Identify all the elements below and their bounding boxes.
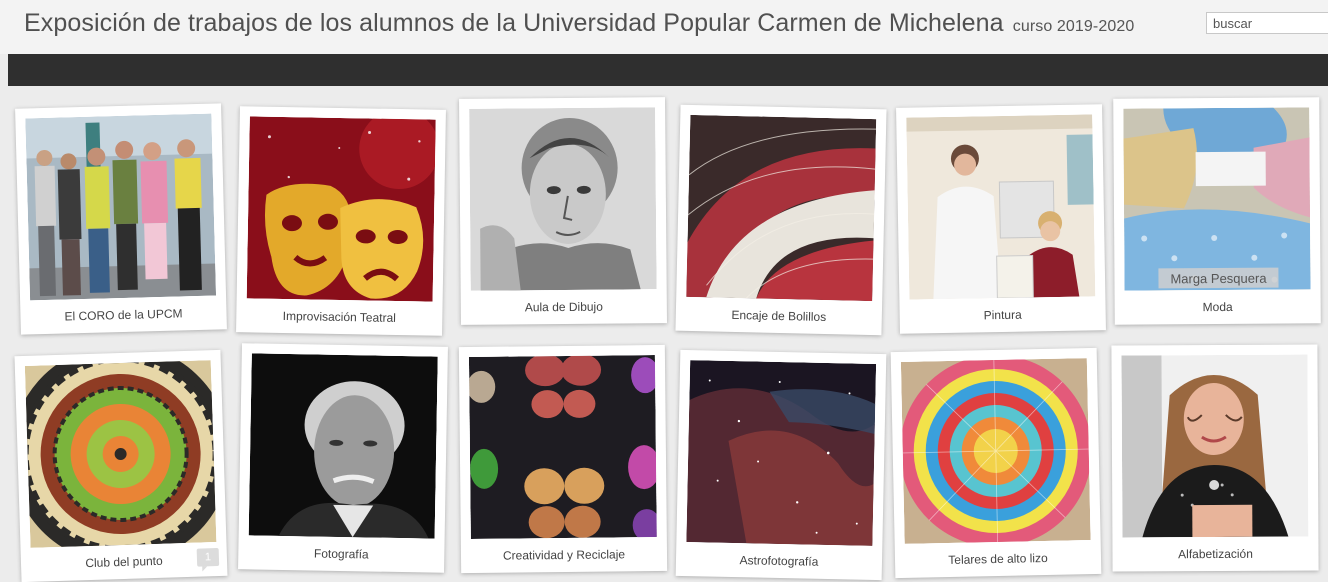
gallery-card-improvisacion-teatral[interactable]: Improvisación Teatral xyxy=(236,106,446,336)
navigation-bar xyxy=(8,54,1328,86)
nebula-image[interactable] xyxy=(686,360,877,546)
recycled-butterflies-image[interactable] xyxy=(468,355,657,539)
woman-portrait-photo[interactable] xyxy=(1121,354,1309,538)
bobbin-lace-image[interactable] xyxy=(686,114,877,302)
bw-portrait-photo[interactable] xyxy=(248,353,438,539)
choir-photo[interactable] xyxy=(25,113,217,301)
crochet-doily-image[interactable] xyxy=(24,360,217,548)
page-title: Exposición de trabajos de los alumnos de… xyxy=(24,9,1134,38)
gallery-card-encaje-de-bolillos[interactable]: Encaje de Bolillos xyxy=(675,104,887,336)
card-caption[interactable]: Telares de alto lizo xyxy=(895,550,1101,568)
gallery-card-alfabetizacion[interactable]: Alfabetización xyxy=(1111,344,1319,572)
gallery-card-fotografia[interactable]: Fotografía xyxy=(238,343,448,573)
card-caption[interactable]: Fotografía xyxy=(238,545,444,563)
gallery-card-moda[interactable]: Marga Pesquera Moda xyxy=(1113,97,1321,325)
card-caption[interactable]: Creatividad y Reciclaje xyxy=(461,547,667,563)
gallery-card-club-del-punto[interactable]: Club del punto 1 xyxy=(14,349,228,582)
card-caption[interactable]: El CORO de la UPCM xyxy=(20,305,226,324)
gallery-card-pintura[interactable]: Pintura xyxy=(896,104,1106,334)
theater-masks-image[interactable] xyxy=(246,116,436,302)
header: Exposición de trabajos de los alumnos de… xyxy=(0,0,1328,54)
card-caption[interactable]: Astrofotografía xyxy=(676,552,882,570)
card-caption[interactable]: Pintura xyxy=(900,306,1106,324)
page-subtitle: curso 2019-2020 xyxy=(1012,18,1135,35)
card-caption[interactable]: Alfabetización xyxy=(1112,546,1318,561)
page-title-text: Exposición de trabajos de los alumnos de… xyxy=(24,9,1004,37)
card-caption[interactable]: Improvisación Teatral xyxy=(236,308,442,326)
gallery-card-coro[interactable]: El CORO de la UPCM xyxy=(15,103,227,335)
comment-count-badge[interactable]: 1 xyxy=(196,547,220,567)
fabric-masks-photo[interactable]: Marga Pesquera xyxy=(1123,107,1311,291)
search-input[interactable] xyxy=(1206,12,1328,34)
card-caption[interactable]: Aula de Dibujo xyxy=(461,299,667,315)
gallery-card-astrofotografia[interactable]: Astrofotografía xyxy=(675,349,887,581)
gallery-card-creatividad-y-reciclaje[interactable]: Creatividad y Reciclaje xyxy=(458,344,668,574)
watermark-text: Marga Pesquera xyxy=(1170,271,1267,287)
card-caption[interactable]: Moda xyxy=(1115,299,1321,314)
gallery-card-telares-de-alto-lizo[interactable]: Telares de alto lizo xyxy=(890,347,1102,579)
card-caption[interactable]: Encaje de Bolillos xyxy=(676,307,882,326)
gallery-card-aula-de-dibujo[interactable]: Aula de Dibujo xyxy=(459,97,667,325)
woven-circle-image[interactable] xyxy=(900,358,1091,544)
painting-class-photo[interactable] xyxy=(906,114,1096,300)
pencil-portrait-drawing[interactable] xyxy=(469,107,657,291)
